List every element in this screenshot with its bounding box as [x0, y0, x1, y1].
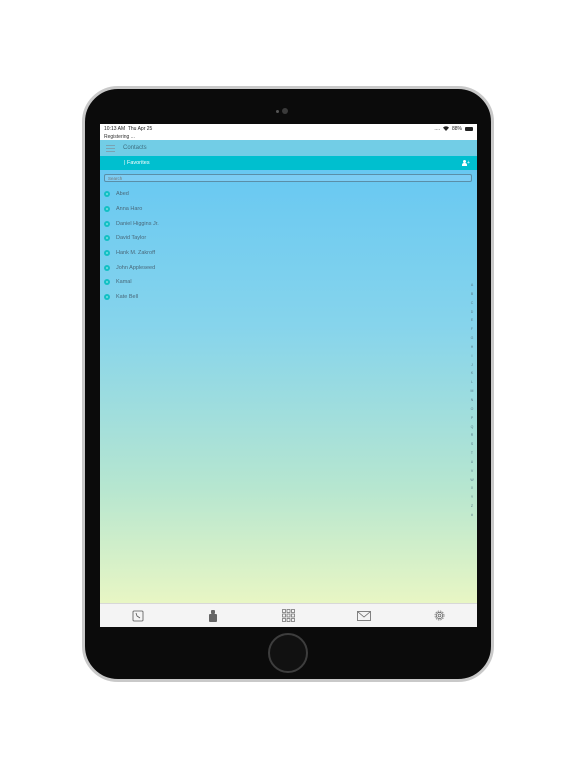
alphabet-index[interactable]: A B C D E F G H I J K L M N O P Q R S T U V W X Y Z # — [469, 281, 475, 520]
contact-name: Abed — [116, 191, 129, 198]
contact-row[interactable]: David Taylor — [104, 231, 454, 246]
index-letter[interactable]: Q — [469, 423, 475, 432]
contact-row[interactable]: John Appleseed — [104, 260, 454, 275]
index-letter[interactable]: Y — [469, 493, 475, 502]
index-letter[interactable]: I — [469, 352, 475, 361]
index-letter[interactable]: U — [469, 458, 475, 467]
contact-list: Abed Anna Haro Daniel Higgins Jr. David … — [104, 187, 454, 305]
index-letter[interactable]: T — [469, 449, 475, 458]
contacts-icon — [209, 609, 218, 622]
favorites-label[interactable]: | Favorites — [124, 160, 150, 166]
favorites-bar[interactable]: | Favorites + — [100, 156, 477, 170]
keypad-icon — [282, 609, 295, 622]
index-letter[interactable]: V — [469, 467, 475, 476]
index-letter[interactable]: X — [469, 484, 475, 493]
wifi-icon — [442, 126, 449, 131]
add-user-icon[interactable]: + — [462, 159, 471, 167]
tab-keypad[interactable] — [281, 609, 295, 623]
index-letter[interactable]: M — [469, 387, 475, 396]
avatar — [104, 264, 110, 271]
index-letter[interactable]: F — [469, 325, 475, 334]
index-letter[interactable]: Z — [469, 502, 475, 511]
avatar — [104, 294, 110, 301]
status-bar: 10:13 AM Thu Apr 25 .... 88% — [100, 124, 477, 133]
index-letter[interactable]: D — [469, 308, 475, 317]
index-letter[interactable]: R — [469, 431, 475, 440]
index-letter[interactable]: K — [469, 369, 475, 378]
contact-name: David Taylor — [116, 235, 147, 242]
contact-row[interactable]: Anna Haro — [104, 202, 454, 217]
index-letter[interactable]: L — [469, 378, 475, 387]
header-bar: Contacts — [100, 140, 477, 156]
hamburger-icon[interactable] — [106, 144, 115, 152]
page-title: Contacts — [123, 145, 147, 151]
index-letter[interactable]: B — [469, 290, 475, 299]
contact-name: Anna Haro — [116, 206, 143, 213]
tab-messages[interactable] — [356, 609, 371, 623]
contacts-content: Contacts | Favorites + Abed Anna Haro Da… — [100, 140, 477, 603]
battery-percent: 88% — [451, 125, 462, 132]
index-letter[interactable]: P — [469, 414, 475, 423]
status-date: Thu Apr 25 — [127, 125, 153, 132]
search-input[interactable] — [104, 174, 472, 182]
index-letter[interactable]: W — [469, 476, 475, 485]
index-letter[interactable]: G — [469, 334, 475, 343]
index-letter[interactable]: C — [469, 299, 475, 308]
contact-name: Daniel Higgins Jr. — [116, 220, 159, 227]
tab-settings[interactable] — [432, 609, 446, 623]
status-left: 10:13 AM Thu Apr 25 — [104, 126, 152, 132]
front-sensor — [276, 110, 279, 113]
contact-name: Kamal — [116, 279, 132, 286]
contact-name: Hank M. Zakroff — [116, 250, 156, 257]
contact-row[interactable]: Hank M. Zakroff — [104, 246, 454, 261]
contact-row[interactable]: Kamal — [104, 275, 454, 290]
index-letter[interactable]: S — [469, 440, 475, 449]
contact-row[interactable]: Daniel Higgins Jr. — [104, 216, 454, 231]
tab-phone[interactable] — [131, 609, 145, 623]
app-screen: 10:13 AM Thu Apr 25 .... 88% Registering… — [100, 124, 477, 627]
avatar — [104, 191, 110, 198]
contact-row[interactable]: Abed — [104, 187, 454, 202]
avatar — [104, 235, 110, 242]
avatar — [104, 206, 110, 213]
signal-indicator: .... — [434, 125, 440, 132]
avatar — [104, 279, 110, 286]
status-right: .... 88% — [434, 126, 473, 132]
gear-icon — [434, 610, 445, 621]
contact-row[interactable]: Kate Bell — [104, 290, 454, 305]
battery-icon — [465, 126, 473, 131]
index-letter[interactable]: A — [469, 281, 475, 290]
contact-name: Kate Bell — [116, 294, 139, 301]
phone-icon — [132, 610, 144, 621]
index-letter[interactable]: # — [469, 511, 475, 520]
index-letter[interactable]: O — [469, 405, 475, 414]
front-camera — [282, 108, 288, 114]
status-time: 10:13 AM — [104, 125, 126, 132]
index-letter[interactable]: N — [469, 396, 475, 405]
avatar — [104, 250, 110, 257]
tab-contacts[interactable] — [206, 609, 220, 623]
avatar — [104, 220, 110, 227]
contact-name: John Appleseed — [116, 264, 156, 271]
index-letter[interactable]: H — [469, 343, 475, 352]
tab-bar — [100, 603, 477, 627]
index-letter[interactable]: E — [469, 316, 475, 325]
mail-icon — [356, 610, 371, 621]
home-button[interactable] — [268, 633, 308, 673]
index-letter[interactable]: J — [469, 361, 475, 370]
